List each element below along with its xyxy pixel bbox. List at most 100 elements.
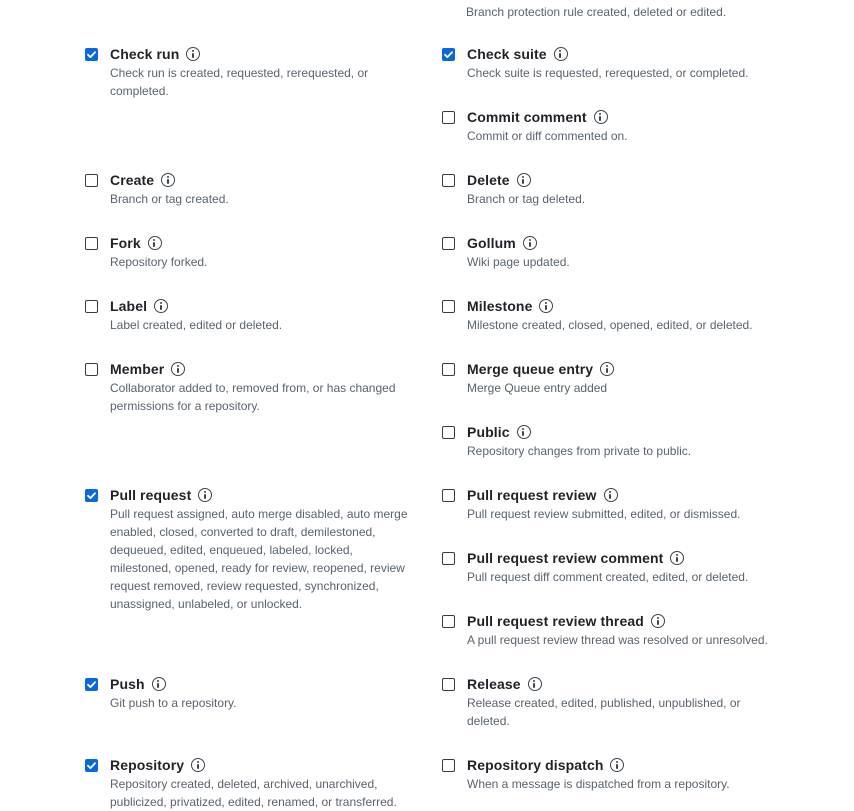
event-commit-comment: Commit comment Commit or diff commented … <box>441 107 781 145</box>
milestone-title: Milestone <box>467 298 533 314</box>
public-title: Public <box>467 424 510 440</box>
check-suite-description: Check suite is requested, rerequested, o… <box>467 66 749 80</box>
info-icon[interactable] <box>186 47 201 61</box>
info-icon[interactable] <box>610 758 625 772</box>
info-icon[interactable] <box>161 173 176 187</box>
info-icon[interactable] <box>171 362 186 376</box>
event-pull-request-review-thread: Pull request review thread A pull reques… <box>441 611 781 649</box>
event-pull-request: Pull request Pull request assigned, auto… <box>84 485 424 613</box>
fork-description: Repository forked. <box>110 255 208 269</box>
public-description: Repository changes from private to publi… <box>467 444 692 458</box>
event-create: Create Branch or tag created. <box>84 170 424 208</box>
pull-request-review-comment-title: Pull request review comment <box>467 550 664 566</box>
repository-dispatch-title: Repository dispatch <box>467 757 604 773</box>
release-description: Release created, edited, published, unpu… <box>467 696 741 728</box>
info-icon[interactable] <box>147 236 162 250</box>
check-suite-checkbox[interactable] <box>442 47 455 61</box>
label-description: Label created, edited or deleted. <box>110 318 283 332</box>
milestone-checkbox[interactable] <box>442 299 455 313</box>
info-icon[interactable] <box>603 488 618 502</box>
repository-description: Repository created, deleted, archived, u… <box>110 777 397 809</box>
info-icon[interactable] <box>151 677 166 691</box>
delete-description: Branch or tag deleted. <box>467 192 586 206</box>
repository-dispatch-checkbox[interactable] <box>442 758 455 772</box>
info-icon[interactable] <box>600 362 615 376</box>
info-icon[interactable] <box>539 299 554 313</box>
info-icon[interactable] <box>516 173 531 187</box>
release-checkbox[interactable] <box>442 677 455 691</box>
event-label: Label Label created, edited or deleted. <box>84 296 424 334</box>
info-icon[interactable] <box>191 758 206 772</box>
commit-comment-title: Commit comment <box>467 109 587 125</box>
event-check-suite: Check suite Check suite is requested, re… <box>441 44 781 82</box>
fork-checkbox[interactable] <box>85 236 98 250</box>
check-suite-title: Check suite <box>467 46 547 62</box>
milestone-description: Milestone created, closed, opened, edite… <box>467 318 753 332</box>
gollum-description: Wiki page updated. <box>467 255 570 269</box>
pull-request-review-thread-description: A pull request review thread was resolve… <box>467 633 768 647</box>
info-icon[interactable] <box>553 47 568 61</box>
info-icon[interactable] <box>527 677 542 691</box>
event-push: Push Git push to a repository. <box>84 674 424 712</box>
checkmark-icon <box>87 680 96 688</box>
member-description: Collaborator added to, removed from, or … <box>110 381 396 413</box>
checkmark-icon <box>87 491 96 499</box>
merge-queue-entry-checkbox[interactable] <box>442 362 455 376</box>
info-icon[interactable] <box>522 236 537 250</box>
info-icon[interactable] <box>670 551 685 565</box>
push-title: Push <box>110 676 145 692</box>
pull-request-review-thread-title: Pull request review thread <box>467 613 644 629</box>
info-icon[interactable] <box>154 299 169 313</box>
check-run-description: Check run is created, requested, rereque… <box>110 66 369 98</box>
event-repository: Repository Repository created, deleted, … <box>84 755 424 811</box>
check-run-title: Check run <box>110 46 180 62</box>
check-run-checkbox[interactable] <box>85 47 98 61</box>
commit-comment-checkbox[interactable] <box>442 110 455 124</box>
event-gollum: Gollum Wiki page updated. <box>441 233 781 271</box>
event-release: Release Release created, edited, publish… <box>441 674 781 730</box>
pull-request-review-checkbox[interactable] <box>442 488 455 502</box>
event-pull-request-review-comment: Pull request review comment Pull request… <box>441 548 781 586</box>
pull-request-review-thread-checkbox[interactable] <box>442 614 455 628</box>
info-icon[interactable] <box>516 425 531 439</box>
member-title: Member <box>110 361 165 377</box>
pull-request-review-comment-description: Pull request diff comment created, edite… <box>467 570 749 584</box>
label-checkbox[interactable] <box>85 299 98 313</box>
event-delete: Delete Branch or tag deleted. <box>441 170 781 208</box>
repository-dispatch-description: When a message is dispatched from a repo… <box>467 777 730 791</box>
event-check-run: Check run Check run is created, requeste… <box>84 44 424 100</box>
info-icon[interactable] <box>198 488 213 502</box>
push-checkbox[interactable] <box>85 677 98 691</box>
info-icon[interactable] <box>593 110 608 124</box>
push-description: Git push to a repository. <box>110 696 237 710</box>
label-title: Label <box>110 298 148 314</box>
checkmark-icon <box>444 50 453 58</box>
event-public: Public Repository changes from private t… <box>441 422 781 460</box>
delete-title: Delete <box>467 172 510 188</box>
event-member: Member Collaborator added to, removed fr… <box>84 359 424 415</box>
create-title: Create <box>110 172 155 188</box>
repository-checkbox[interactable] <box>85 758 98 772</box>
repository-title: Repository <box>110 757 185 773</box>
pull-request-checkbox[interactable] <box>85 488 98 502</box>
event-fork: Fork Repository forked. <box>84 233 424 271</box>
checkmark-icon <box>87 761 96 769</box>
fork-title: Fork <box>110 235 141 251</box>
delete-checkbox[interactable] <box>442 173 455 187</box>
gollum-checkbox[interactable] <box>442 236 455 250</box>
event-merge-queue-entry: Merge queue entry Merge Queue entry adde… <box>441 359 781 397</box>
event-milestone: Milestone Milestone created, closed, ope… <box>441 296 781 334</box>
commit-comment-description: Commit or diff commented on. <box>467 129 628 143</box>
event-pull-request-review: Pull request review Pull request review … <box>441 485 781 523</box>
public-checkbox[interactable] <box>442 425 455 439</box>
info-icon[interactable] <box>650 614 665 628</box>
member-checkbox[interactable] <box>85 362 98 376</box>
pull-request-review-comment-checkbox[interactable] <box>442 551 455 565</box>
gollum-title: Gollum <box>467 235 516 251</box>
create-checkbox[interactable] <box>85 173 98 187</box>
release-title: Release <box>467 676 521 692</box>
merge-queue-entry-description: Merge Queue entry added <box>467 381 608 395</box>
branch-protection-rule-description: Branch protection rule created, deleted … <box>466 5 727 19</box>
pull-request-description: Pull request assigned, auto merge disabl… <box>110 507 408 611</box>
merge-queue-entry-title: Merge queue entry <box>467 361 594 377</box>
